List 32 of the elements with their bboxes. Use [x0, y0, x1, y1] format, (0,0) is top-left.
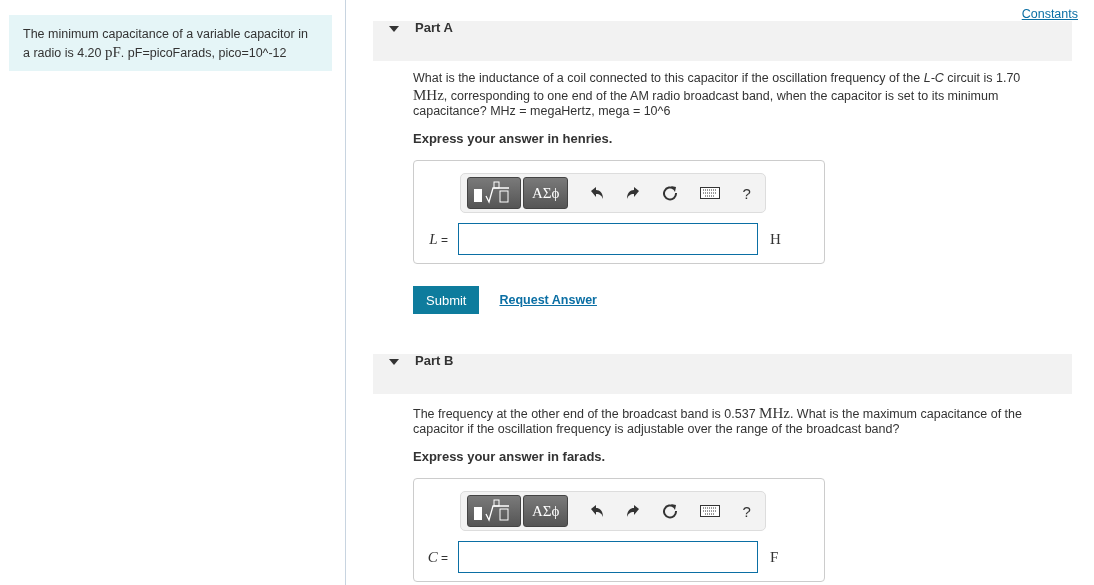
question-text: What is the inductance of a coil connected to this capacitor if the oscillation frequency of the L-C circuit is 1.70 MHz, corresponding to one end of the AM radio broadcast band, when the capacitor is set to its minimum capacitance? MHz = megaHertz, mega = 10^6: [413, 71, 1022, 119]
reset-icon[interactable]: [662, 503, 679, 519]
keyboard-icon[interactable]: [700, 505, 721, 517]
variable-label: C =: [426, 548, 448, 566]
symbols-button[interactable]: ΑΣϕ: [523, 177, 569, 209]
help-button[interactable]: ?: [742, 184, 751, 202]
instruction-text: Express your answer in farads.: [413, 449, 607, 464]
question-text: The frequency at the other end of the broadcast band is 0.537 MHz. What is the maximum capacitance of the capacitor if the oscillation frequency is adjustable over the range of the broadcast band?: [413, 404, 1023, 437]
instruction-text: Express your answer in henries.: [413, 131, 614, 146]
part-title: Part A: [415, 21, 453, 35]
part-title: Part B: [415, 354, 454, 368]
problem-statement: The minimum capacitance of a variable capacitor in a radio is 4.20 pF. pF=picoFarads, pico=10^-12: [9, 15, 332, 72]
redo-icon[interactable]: [626, 504, 641, 518]
keyboard-icon[interactable]: [700, 187, 721, 199]
undo-icon[interactable]: [590, 186, 605, 200]
part-header[interactable]: Part A: [373, 21, 1072, 61]
redo-icon[interactable]: [626, 186, 641, 200]
unit-label: H: [770, 230, 781, 248]
undo-icon[interactable]: [590, 504, 605, 518]
templates-button[interactable]: [467, 177, 521, 209]
reset-icon[interactable]: [662, 185, 679, 201]
symbols-button[interactable]: ΑΣϕ: [523, 495, 569, 527]
request-answer-link[interactable]: Request Answer: [499, 293, 597, 307]
submit-button[interactable]: Submit: [413, 286, 480, 314]
part-header[interactable]: Part B: [373, 354, 1072, 394]
help-button[interactable]: ?: [742, 502, 751, 520]
answer-input[interactable]: [458, 541, 758, 573]
constants-link[interactable]: Constants: [1021, 7, 1078, 21]
templates-button[interactable]: [467, 495, 521, 527]
answer-input[interactable]: [458, 223, 758, 255]
variable-label: L =: [428, 230, 448, 248]
unit-label: F: [770, 548, 779, 566]
